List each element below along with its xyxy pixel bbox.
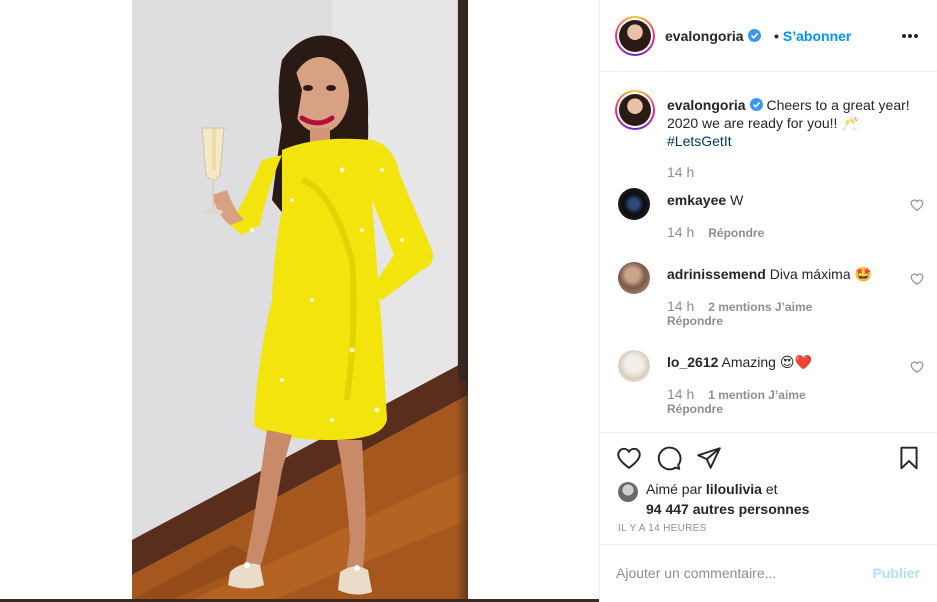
like-comment-heart-icon[interactable] bbox=[910, 272, 924, 286]
likes-count[interactable]: 94 447 autres personnes bbox=[646, 501, 809, 517]
caption-time: 14 h bbox=[667, 164, 695, 180]
post-media-area bbox=[0, 0, 599, 602]
caption-username[interactable]: evalongoria bbox=[667, 97, 763, 113]
comment-avatar[interactable] bbox=[618, 188, 650, 220]
share-paper-plane-icon[interactable] bbox=[696, 445, 722, 471]
reply-button[interactable]: Répondre bbox=[667, 402, 723, 416]
comment-body: W bbox=[730, 192, 744, 208]
like-heart-icon[interactable] bbox=[616, 445, 642, 471]
post-header: evalongoria • S’abonner bbox=[600, 0, 937, 72]
verified-badge-icon bbox=[747, 29, 761, 42]
caption-text: evalongoria Cheers to a great year! 2020… bbox=[667, 96, 925, 150]
comment-meta: 14 h 1 mention J’aime bbox=[667, 386, 806, 402]
photo-shadow bbox=[456, 0, 468, 600]
caption-avatar[interactable] bbox=[615, 90, 655, 130]
comment-text: emkayee W bbox=[667, 191, 743, 209]
comment-text: adrinissemend Diva máxima 🤩 bbox=[667, 265, 872, 283]
post-photo[interactable] bbox=[132, 0, 468, 600]
comments-list[interactable]: evalongoria Cheers to a great year! 2020… bbox=[600, 72, 937, 432]
comment-username[interactable]: adrinissemend bbox=[667, 266, 766, 282]
post-actions: Aimé par liloulivia et 94 447 autres per… bbox=[600, 432, 937, 544]
like-comment-heart-icon[interactable] bbox=[910, 198, 924, 212]
post-photo-illustration bbox=[132, 0, 468, 600]
liker-username[interactable]: liloulivia bbox=[706, 481, 762, 497]
comment-time: 14 h bbox=[667, 224, 695, 240]
comment-meta: 14 h 2 mentions J’aime bbox=[667, 298, 812, 314]
author-avatar[interactable] bbox=[615, 16, 655, 56]
liked-by-line: Aimé par liloulivia et bbox=[646, 481, 778, 497]
save-bookmark-icon[interactable] bbox=[896, 445, 922, 471]
comment-body: Diva máxima 🤩 bbox=[769, 266, 872, 282]
follow-label: S’abonner bbox=[782, 28, 852, 44]
comment-time: 14 h bbox=[667, 386, 695, 402]
comment-username[interactable]: lo_2612 bbox=[667, 354, 718, 370]
separator-dot: • bbox=[774, 28, 779, 44]
follow-button[interactable]: • S’abonner bbox=[774, 28, 851, 44]
comment-bubble-icon[interactable] bbox=[656, 445, 682, 471]
author-username[interactable]: evalongoria bbox=[665, 28, 761, 44]
comment-avatar[interactable] bbox=[618, 262, 650, 294]
more-horizontal-icon[interactable] bbox=[900, 26, 920, 46]
comment-body: Amazing 😍❤️ bbox=[721, 354, 812, 370]
post-timestamp[interactable]: IL Y A 14 HEURES bbox=[618, 523, 707, 534]
reply-button[interactable]: Répondre bbox=[708, 226, 764, 240]
caption-hashtag[interactable]: #LetsGetIt bbox=[667, 133, 732, 149]
comment-time: 14 h bbox=[667, 298, 695, 314]
reply-button[interactable]: Répondre bbox=[667, 314, 723, 328]
post-side-panel: evalongoria • S’abonner evalongoria Cheer… bbox=[599, 0, 937, 602]
comment-likes-count[interactable]: 1 mention J’aime bbox=[708, 388, 805, 402]
comment-text: lo_2612 Amazing 😍❤️ bbox=[667, 353, 812, 371]
publish-button[interactable]: Publier bbox=[873, 565, 920, 581]
verified-badge-icon bbox=[749, 98, 763, 111]
comment-likes-count[interactable]: 2 mentions J’aime bbox=[708, 300, 812, 314]
comment-input[interactable] bbox=[616, 565, 846, 581]
comment-avatar[interactable] bbox=[618, 350, 650, 382]
comment-meta: 14 h Répondre bbox=[667, 224, 764, 240]
add-comment-bar: Publier bbox=[600, 544, 937, 602]
liker-avatar[interactable] bbox=[618, 482, 638, 502]
comment-username[interactable]: emkayee bbox=[667, 192, 726, 208]
like-comment-heart-icon[interactable] bbox=[910, 360, 924, 374]
